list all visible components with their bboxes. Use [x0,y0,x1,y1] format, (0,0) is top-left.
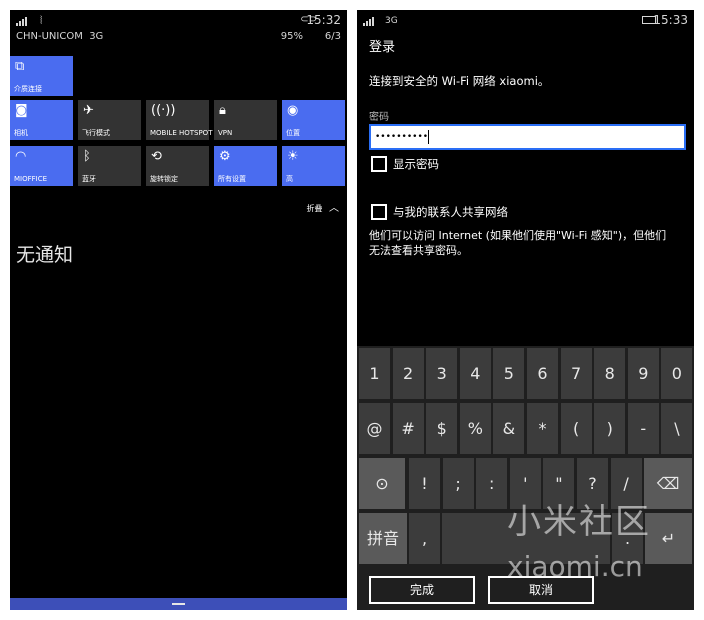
wifi-status-icon: ⦚ [40,14,43,27]
location-icon: ◉ [287,103,299,118]
password-field[interactable]: •••••••••• [369,124,686,150]
status-bar: 3G 15:33 [357,10,694,32]
lock-icon: 🔒︎ [219,103,226,118]
key[interactable]: * [527,403,558,454]
show-password-label: 显示密码 [393,157,439,171]
tile-label: MIOFFICE [14,175,48,183]
airplane-icon: ✈ [83,103,94,118]
network-type: 3G [385,16,398,26]
backspace-key[interactable]: ⌫ [644,458,692,509]
key[interactable]: $ [426,403,458,454]
tile-label: 相机 [14,129,28,137]
key[interactable]: 3 [426,348,458,399]
key[interactable]: \ [661,403,693,454]
share-network-label: 与我的联系人共享网络 [393,205,508,219]
quick-action-tile[interactable]: 🔒︎ VPN [214,100,277,140]
no-notifications-text: 无通知 [16,244,74,266]
key[interactable]: 7 [560,348,592,399]
media-link-icon: ⧉ [15,59,25,74]
carrier-label: CHN-UNICOM 3G [16,31,104,42]
tile-label: 所有设置 [218,175,246,183]
text-cursor [428,129,430,144]
share-description-line1: 他们可以访问 Internet (如果他们使用"Wi-Fi 感知")，但他们 [369,229,667,242]
key[interactable]: # [392,403,424,454]
hotspot-icon: ((·)) [151,103,176,118]
battery-percent: 95% [280,31,303,42]
key[interactable]: ) [594,403,626,454]
key[interactable]: 1 [359,348,390,399]
tile-label: 蓝牙 [82,175,96,183]
camera-icon: ◙ [15,103,28,118]
wifi-icon: ◠ [15,149,27,164]
bluetooth-icon: ᛒ [83,149,91,164]
rotation-lock-icon: ⟲ [151,149,162,164]
emoji-key[interactable]: ⊙ [359,458,405,509]
signal-icon [16,17,30,26]
key[interactable]: % [459,403,491,454]
tile-label: 飞行模式 [82,129,110,137]
connect-text: 连接到安全的 Wi-Fi 网络 xiaomi。 [369,74,550,88]
quick-action-tile[interactable]: ⧉ 介质连接 [10,56,73,96]
key[interactable]: & [493,403,525,454]
watermark-text-en: xiaomi.cn [507,550,643,583]
quick-action-tile[interactable]: ◉ 位置 [282,100,345,140]
tile-label: 高 [286,175,293,183]
clock: 15:33 [653,13,688,27]
show-password-checkbox[interactable] [371,156,387,172]
tile-label: VPN [218,129,233,137]
action-center-screen: ⦚ ⊂⊃ 15:32 CHN-UNICOM 3G 95% 6/3 ⧉ 介质连接 ◙ 相… [10,10,347,610]
collapse-label: 折叠 [306,204,323,213]
quick-action-tile[interactable]: ✈ 飞行模式 [78,100,141,140]
share-description-line2: 无法查看共享密码。 [369,244,468,257]
done-button[interactable]: 完成 [369,576,475,604]
chevron-up-icon: ︿ [329,203,339,214]
share-description: 他们可以访问 Internet (如果他们使用"Wi-Fi 感知")，但他们 无… [369,228,689,258]
comma-key[interactable]: , [409,513,440,564]
key[interactable]: 4 [459,348,491,399]
brightness-icon: ☀ [287,149,299,164]
enter-key[interactable]: ↵ [645,513,692,564]
quick-action-tile[interactable]: ◙ 相机 [10,100,73,140]
key[interactable]: 5 [493,348,525,399]
date-label: 6/3 [324,31,341,42]
quick-action-tile[interactable]: ⟲ 旋转锁定 [146,146,209,186]
watermark-text-cn: 小米社区 [507,502,651,542]
quick-action-tile[interactable]: ☀ 高 [282,146,345,186]
quick-action-tile[interactable]: ◠ MIOFFICE [10,146,73,186]
password-value: •••••••••• [375,132,429,142]
key[interactable]: ( [560,403,592,454]
key[interactable]: - [627,403,659,454]
tile-label: 位置 [286,129,300,137]
quick-action-tile[interactable]: ⚙ 所有设置 [214,146,277,186]
tile-label: 旋转锁定 [150,175,178,183]
key[interactable]: ; [442,458,474,509]
collapse-toggle[interactable]: 折叠 ︿ [306,199,339,214]
key[interactable]: ! [409,458,440,509]
share-network-checkbox[interactable] [371,204,387,220]
handle-icon [172,603,185,605]
key[interactable]: : [476,458,508,509]
key[interactable]: @ [359,403,390,454]
page-title: 登录 [369,40,396,55]
key[interactable]: 8 [594,348,626,399]
status-bar: ⦚ ⊂⊃ 15:32 [10,10,347,32]
signal-icon [363,17,377,26]
quick-action-tile[interactable]: ((·)) MOBILE HOTSPOT [146,100,213,140]
gear-icon: ⚙ [219,149,231,164]
key[interactable]: 9 [627,348,659,399]
quick-action-tile[interactable]: ᛒ 蓝牙 [78,146,141,186]
tile-label: 介质连接 [14,85,42,93]
key[interactable]: 0 [661,348,693,399]
clock: 15:32 [306,13,341,27]
bottom-handle-bar[interactable] [10,598,347,610]
password-label: 密码 [369,112,389,123]
tile-label: MOBILE HOTSPOT [150,129,213,137]
ime-switch-key[interactable]: 拼音 [359,513,407,564]
wifi-sign-in-screen: 3G 15:33 登录 连接到安全的 Wi-Fi 网络 xiaomi。 密码 •… [357,10,694,610]
key[interactable]: 6 [527,348,558,399]
key[interactable]: 2 [392,348,424,399]
